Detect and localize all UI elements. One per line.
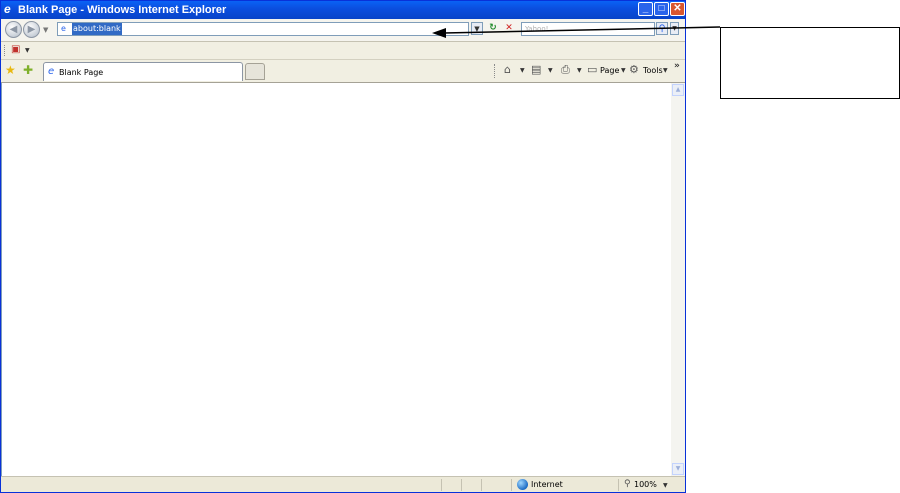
address-bar[interactable]: e about:blank bbox=[57, 22, 469, 36]
page-content[interactable] bbox=[1, 83, 671, 476]
feeds-icon[interactable]: ▣ bbox=[11, 44, 23, 56]
tools-menu-button[interactable]: Tools bbox=[643, 65, 663, 76]
toolbar-overflow-chevron[interactable]: » bbox=[674, 61, 680, 71]
tab-bar: ★ ✚ e Blank Page ⌂ ▼ ▤ ▼ ⎙ ▼ ▭ Page ▼ ⚙ … bbox=[1, 60, 685, 83]
globe-icon bbox=[517, 479, 528, 490]
status-divider bbox=[511, 479, 512, 491]
print-dropdown[interactable]: ▼ bbox=[577, 67, 582, 74]
feeds-toolbar-dropdown[interactable]: ▼ bbox=[548, 67, 553, 74]
zoom-dropdown[interactable]: ▼ bbox=[663, 482, 668, 489]
new-tab-button[interactable] bbox=[245, 63, 265, 80]
toolbar-grip[interactable] bbox=[4, 45, 7, 56]
vertical-scrollbar[interactable]: ▲ ▼ bbox=[671, 83, 685, 476]
forward-arrow-icon[interactable]: ▶ bbox=[23, 21, 40, 38]
status-bar: Internet ⚲ 100% ▼ bbox=[1, 476, 685, 492]
callout-arrow bbox=[432, 26, 720, 38]
page-icon: e bbox=[61, 24, 66, 33]
zoom-icon[interactable]: ⚲ bbox=[624, 479, 631, 490]
page-menu-button[interactable]: Page bbox=[600, 65, 619, 76]
maximize-button[interactable]: □ bbox=[654, 2, 669, 16]
status-divider bbox=[461, 479, 462, 491]
tab-blank-page[interactable]: e Blank Page bbox=[43, 62, 243, 81]
status-divider bbox=[618, 479, 619, 491]
ie-window: e Blank Page - Windows Internet Explorer… bbox=[0, 0, 686, 493]
feeds-dropdown[interactable]: ▼ bbox=[25, 47, 30, 54]
tools-menu-dropdown[interactable]: ▼ bbox=[663, 67, 668, 74]
favorites-star-icon[interactable]: ★ bbox=[5, 64, 16, 77]
minimize-button[interactable]: _ bbox=[638, 2, 653, 16]
printer-icon[interactable]: ⎙ bbox=[561, 63, 570, 77]
window-title: Blank Page - Windows Internet Explorer bbox=[18, 4, 227, 16]
add-favorites-icon[interactable]: ✚ bbox=[23, 64, 33, 77]
page-menu-dropdown[interactable]: ▼ bbox=[621, 67, 626, 74]
title-bar[interactable]: e Blank Page - Windows Internet Explorer… bbox=[1, 1, 685, 19]
callout-box bbox=[720, 27, 900, 99]
toolbar-separator bbox=[494, 64, 497, 78]
page-menu-icon[interactable]: ▭ bbox=[587, 63, 597, 77]
tab-label: Blank Page bbox=[59, 68, 104, 77]
security-zone-label: Internet bbox=[531, 480, 563, 489]
status-divider bbox=[481, 479, 482, 491]
zoom-level[interactable]: 100% bbox=[634, 480, 657, 490]
gear-icon[interactable]: ⚙ bbox=[629, 63, 639, 77]
home-dropdown[interactable]: ▼ bbox=[520, 67, 525, 74]
close-button[interactable]: ✕ bbox=[670, 2, 685, 16]
address-text: about:blank bbox=[72, 23, 122, 35]
home-icon[interactable]: ⌂ bbox=[504, 63, 511, 77]
feeds-toolbar-icon[interactable]: ▤ bbox=[531, 63, 541, 77]
status-divider bbox=[441, 479, 442, 491]
scroll-up-arrow[interactable]: ▲ bbox=[672, 84, 684, 96]
ie-logo-icon: e bbox=[4, 2, 11, 16]
recent-pages-dropdown[interactable]: ▼ bbox=[43, 26, 48, 34]
scroll-down-arrow[interactable]: ▼ bbox=[672, 463, 684, 475]
ie-logo-icon: e bbox=[48, 66, 55, 77]
back-arrow-icon[interactable]: ◀ bbox=[5, 21, 22, 38]
